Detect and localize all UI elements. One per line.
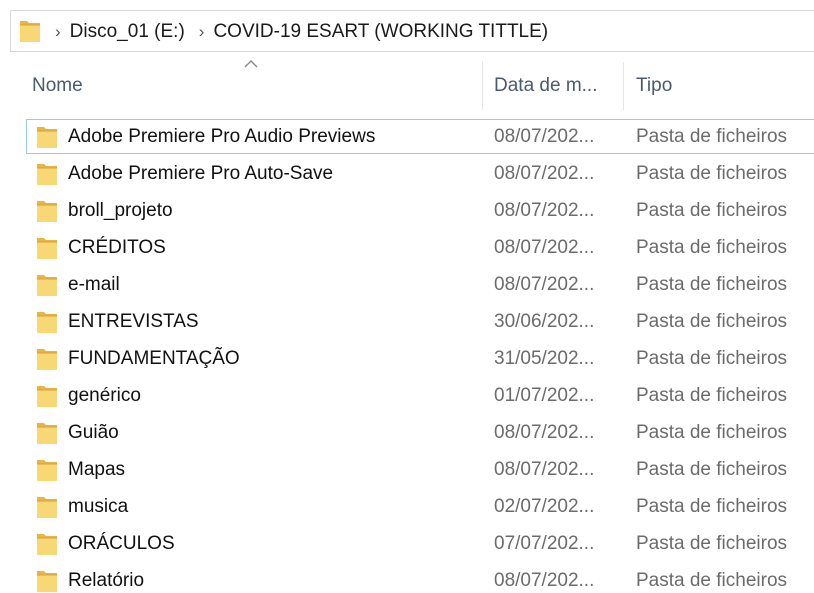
address-bar[interactable]: › Disco_01 (E:) › COVID-19 ESART (WORKIN… [10, 10, 814, 52]
folder-icon [19, 19, 41, 43]
file-row[interactable]: Guião 08/07/202... Pasta de ficheiros [0, 414, 814, 451]
file-type: Pasta de ficheiros [636, 533, 788, 554]
file-name: FUNDAMENTAÇÃO [68, 348, 240, 369]
file-name: Adobe Premiere Pro Audio Previews [68, 126, 376, 147]
breadcrumb-drive[interactable]: Disco_01 (E:) [70, 22, 185, 41]
column-header-date[interactable]: Data de m... [494, 74, 598, 98]
sort-ascending-icon [244, 60, 258, 68]
file-name: Adobe Premiere Pro Auto-Save [68, 163, 334, 184]
column-header-name[interactable]: Nome [32, 74, 83, 98]
folder-icon [36, 199, 58, 223]
file-type: Pasta de ficheiros [636, 496, 788, 517]
folder-icon [36, 458, 58, 482]
file-type: Pasta de ficheiros [636, 237, 788, 258]
file-type: Pasta de ficheiros [636, 274, 788, 295]
file-type: Pasta de ficheiros [636, 385, 788, 406]
file-type: Pasta de ficheiros [636, 163, 788, 184]
file-name: broll_projeto [68, 200, 173, 221]
file-name: Guião [68, 422, 119, 443]
file-name: CRÉDITOS [68, 237, 166, 258]
folder-icon [36, 347, 58, 371]
file-row[interactable]: Adobe Premiere Pro Auto-Save 08/07/202...… [0, 155, 814, 192]
file-row[interactable]: e-mail 08/07/202... Pasta de ficheiros [0, 266, 814, 303]
folder-icon [36, 310, 58, 334]
chevron-right-icon[interactable]: › [199, 23, 205, 40]
file-modified-date: 31/05/202... [494, 348, 595, 369]
file-modified-date: 08/07/202... [494, 163, 595, 184]
file-type: Pasta de ficheiros [636, 422, 788, 443]
file-list: Adobe Premiere Pro Audio Previews 08/07/2… [0, 118, 814, 593]
folder-icon [36, 273, 58, 297]
folder-icon [36, 125, 58, 149]
file-name: genérico [68, 385, 141, 406]
file-type: Pasta de ficheiros [636, 570, 788, 591]
folder-icon [36, 236, 58, 260]
file-name: e-mail [68, 274, 120, 295]
breadcrumb-current-folder[interactable]: COVID-19 ESART (WORKING TITTLE) [213, 22, 548, 41]
folder-icon [36, 532, 58, 556]
file-modified-date: 02/07/202... [494, 496, 595, 517]
file-modified-date: 08/07/202... [494, 274, 595, 295]
file-type: Pasta de ficheiros [636, 200, 788, 221]
chevron-right-icon[interactable]: › [55, 23, 61, 40]
folder-icon [36, 162, 58, 186]
file-modified-date: 08/07/202... [494, 126, 595, 147]
file-modified-date: 30/06/202... [494, 311, 595, 332]
folder-icon [36, 384, 58, 408]
file-type: Pasta de ficheiros [636, 348, 788, 369]
file-type: Pasta de ficheiros [636, 459, 788, 480]
file-row[interactable]: FUNDAMENTAÇÃO 31/05/202... Pasta de fichei… [0, 340, 814, 377]
file-modified-date: 08/07/202... [494, 200, 595, 221]
column-header-type[interactable]: Tipo [636, 74, 672, 98]
file-modified-date: 07/07/202... [494, 533, 595, 554]
file-modified-date: 08/07/202... [494, 459, 595, 480]
file-modified-date: 01/07/202... [494, 385, 595, 406]
file-name: ENTREVISTAS [68, 311, 199, 332]
file-type: Pasta de ficheiros [636, 126, 788, 147]
column-divider[interactable] [623, 62, 624, 110]
file-name: Mapas [68, 459, 126, 480]
file-row[interactable]: Adobe Premiere Pro Audio Previews 08/07/2… [0, 118, 814, 155]
folder-icon [36, 495, 58, 519]
file-name: musica [68, 496, 129, 517]
file-row[interactable]: ENTREVISTAS 30/06/202... Pasta de ficheiro… [0, 303, 814, 340]
column-headers: Nome Data de m... Tipo [0, 56, 814, 114]
file-row[interactable]: musica 02/07/202... Pasta de ficheiros [0, 488, 814, 525]
file-modified-date: 08/07/202... [494, 237, 595, 258]
file-modified-date: 08/07/202... [494, 570, 595, 591]
file-name: ORÁCULOS [68, 533, 175, 554]
folder-icon [36, 421, 58, 445]
file-row[interactable]: Mapas 08/07/202... Pasta de ficheiros [0, 451, 814, 488]
column-divider[interactable] [482, 62, 483, 110]
file-explorer-window: › Disco_01 (E:) › COVID-19 ESART (WORKIN… [0, 0, 814, 593]
file-row[interactable]: broll_projeto 08/07/202... Pasta de fichei… [0, 192, 814, 229]
file-modified-date: 08/07/202... [494, 422, 595, 443]
file-type: Pasta de ficheiros [636, 311, 788, 332]
folder-icon [36, 569, 58, 593]
file-row[interactable]: CRÉDITOS 08/07/202... Pasta de ficheiros [0, 229, 814, 266]
file-row[interactable]: Relatório 08/07/202... Pasta de ficheiros [0, 562, 814, 593]
file-row[interactable]: ORÁCULOS 07/07/202... Pasta de ficheiros [0, 525, 814, 562]
file-name: Relatório [68, 570, 145, 591]
file-row[interactable]: genérico 01/07/202... Pasta de ficheiros [0, 377, 814, 414]
